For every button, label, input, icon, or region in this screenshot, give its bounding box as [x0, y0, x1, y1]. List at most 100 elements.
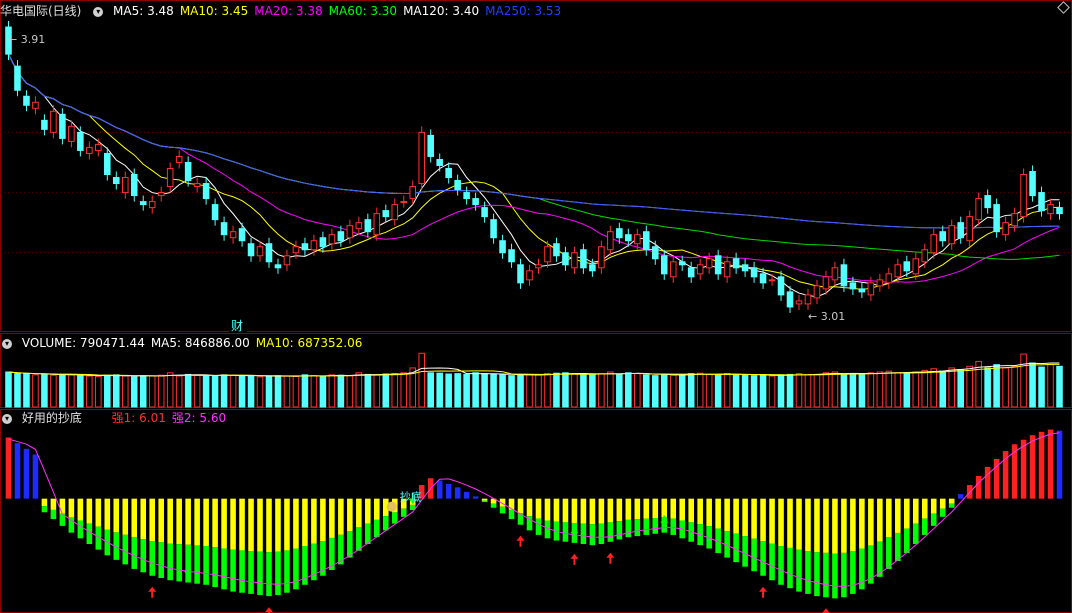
osc-bar-upper-34 [311, 498, 317, 544]
candle-body-17 [157, 192, 165, 197]
osc-bar-lower-98 [886, 537, 892, 569]
candle-body-106 [957, 222, 964, 239]
osc-bar-upper-9 [86, 498, 93, 524]
candle-body-14 [130, 174, 138, 197]
osc-bar-lower-25 [230, 549, 236, 592]
volume-collapse-icon[interactable]: ▾ [2, 338, 12, 349]
candle-body-25 [229, 231, 237, 239]
osc-bar-116 [1047, 429, 1054, 499]
volume-bar-15 [139, 375, 147, 408]
candle-body-23 [211, 204, 219, 221]
osc-bar-lower-102 [921, 518, 928, 535]
osc-bar-upper-88 [796, 498, 802, 550]
candle-body-85 [768, 279, 776, 282]
osc-bar-lower-14 [131, 537, 138, 569]
price-collapse-icon[interactable]: ▾ [93, 6, 104, 17]
candle-body-116 [1047, 204, 1054, 215]
candle-body-60 [544, 246, 551, 263]
osc-bar-upper-30 [275, 498, 281, 552]
osc-bar-upper-19 [176, 498, 182, 545]
candle-body-112 [1011, 213, 1018, 227]
volume-bar-30 [274, 375, 282, 408]
osc-bar-lower-59 [535, 518, 542, 535]
osc-bar-lower-84 [760, 541, 766, 576]
osc-bar-lower-87 [787, 547, 793, 589]
volume-bar-71 [643, 374, 650, 408]
osc-bar-lower-93 [841, 552, 847, 598]
candle-body-48 [436, 158, 443, 166]
osc-bar-upper-98 [886, 498, 892, 538]
ma250-line [8, 53, 1060, 229]
osc-bar-lower-89 [805, 551, 811, 594]
candle-body-44 [400, 201, 408, 204]
osc-bar-lower-85 [769, 543, 775, 581]
volume-bar-101 [912, 371, 920, 408]
volume-bar-114 [1029, 362, 1036, 408]
candle-body-81 [732, 258, 740, 269]
volume-bar-78 [705, 373, 713, 408]
osc-bar-upper-65 [589, 498, 596, 525]
osc-bar-upper-31 [284, 498, 290, 551]
candle-body-56 [508, 249, 515, 263]
price-indicator-2: MA20: 3.38 [254, 4, 323, 18]
volume-bar-63 [571, 373, 578, 408]
volume-bar-86 [777, 374, 785, 408]
candle-body-67 [607, 231, 614, 251]
osc-bar-lower-101 [912, 523, 919, 544]
osc-bar-lower-27 [248, 551, 254, 594]
osc-bar-lower-29 [266, 552, 272, 597]
osc-bar-upper-25 [230, 498, 236, 550]
osc-bar-upper-27 [248, 498, 254, 552]
candle-body-91 [822, 276, 830, 290]
osc-bar-upper-67 [607, 498, 614, 523]
osc-bar-upper-86 [778, 498, 784, 547]
osc-bar-upper-90 [814, 498, 820, 553]
osc-bar-upper-11 [104, 498, 111, 530]
candle-body-96 [867, 282, 875, 296]
osc-bar-upper-58 [526, 498, 533, 517]
candle-body-99 [894, 264, 902, 278]
candle-body-38 [346, 225, 354, 239]
osc-bar-115 [1038, 431, 1045, 499]
oscillator-collapse-icon[interactable]: ▾ [2, 413, 12, 424]
volume-bar-88 [795, 373, 803, 408]
volume-bar-23 [211, 375, 219, 408]
osc-bar-106 [957, 494, 964, 499]
candle-body-117 [1056, 207, 1063, 215]
volume-panel-header: ▾ VOLUME: 790471.44 MA5: 846886.00 MA10: 6… [0, 335, 374, 351]
candle-body-52 [472, 198, 479, 206]
volume-bar-106 [957, 369, 964, 408]
osc-bar-lower-44 [400, 508, 407, 517]
volume-bar-46 [418, 352, 425, 408]
candle-body-26 [238, 228, 246, 242]
volume-bar-43 [391, 373, 399, 408]
candle-body-46 [418, 131, 425, 185]
stock-chart[interactable]: ← 3.91 ← 3.01 财抄底 [0, 0, 1072, 613]
candle-body-87 [786, 291, 794, 308]
volume-bar-65 [589, 374, 596, 408]
candle-body-75 [678, 261, 686, 266]
candle-body-8 [77, 131, 84, 151]
osc-bar-upper-101 [912, 498, 919, 524]
osc-bar-lower-4 [41, 506, 48, 513]
volume-bar-21 [193, 374, 201, 408]
osc-bar-lower-104 [939, 508, 946, 517]
volume-indicator-0: VOLUME: 790471.44 [21, 336, 145, 350]
volume-bar-73 [660, 373, 668, 408]
volume-bar-89 [804, 374, 812, 408]
volume-bar-117 [1056, 365, 1063, 408]
candle-body-47 [427, 134, 434, 157]
candle-body-39 [355, 222, 363, 230]
ma120-line [8, 53, 1060, 229]
volume-bar-17 [157, 374, 165, 408]
osc-bar-upper-62 [562, 498, 569, 523]
osc-bar-upper-36 [329, 498, 335, 538]
stock-title: 华电国际(日线) [0, 4, 82, 18]
osc-bar-lower-82 [742, 536, 748, 567]
volume-bar-100 [903, 373, 911, 408]
volume-bar-42 [382, 373, 390, 408]
volume-bar-104 [939, 370, 947, 408]
candle-body-108 [975, 198, 982, 221]
osc-bar-48 [436, 480, 443, 499]
candle-body-40 [364, 219, 372, 233]
